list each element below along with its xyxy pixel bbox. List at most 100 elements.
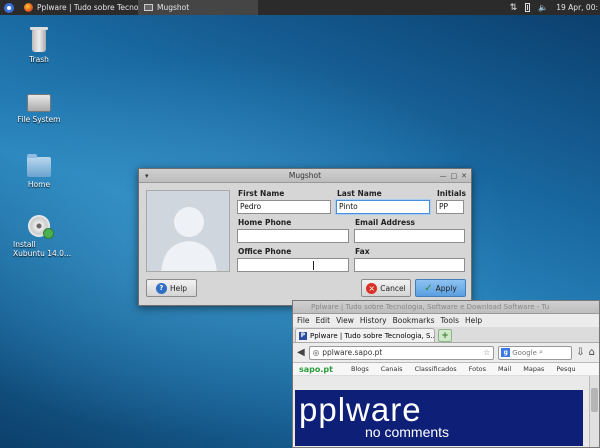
site-link-blogs[interactable]: Blogs xyxy=(351,365,369,373)
desktop-icon-file-system[interactable]: File System xyxy=(4,94,74,124)
site-link-mail[interactable]: Mail xyxy=(498,365,511,373)
office-phone-field[interactable] xyxy=(237,258,349,272)
search-bar[interactable]: g Google ⌕ xyxy=(498,345,573,360)
system-tray: ⇅ 🔈 19 Apr, 00: xyxy=(510,3,600,13)
trash-icon xyxy=(30,27,48,52)
first-name-field[interactable]: Pedro xyxy=(237,200,331,214)
menu-tools[interactable]: Tools xyxy=(441,316,459,325)
minimize-icon[interactable]: — xyxy=(440,169,447,183)
menu-file[interactable]: File xyxy=(297,316,310,325)
window-controls: — □ ✕ xyxy=(440,169,468,183)
last-name-label: Last Name xyxy=(337,189,382,198)
email-field[interactable] xyxy=(354,229,465,243)
avatar-picker[interactable] xyxy=(146,190,230,272)
apply-button[interactable]: ✓ Apply xyxy=(415,279,466,297)
home-icon[interactable]: ⌂ xyxy=(589,347,595,358)
checkmark-icon: ✓ xyxy=(424,282,433,294)
new-tab-button[interactable]: + xyxy=(438,329,452,342)
site-link-pesquisa[interactable]: Pesqu xyxy=(556,365,575,373)
task-label: Pplware | Tudo sobre Tecnolog... xyxy=(37,3,138,12)
download-icon[interactable]: ⇩ xyxy=(576,347,584,358)
bookmark-star-icon[interactable]: ☆ xyxy=(483,348,490,357)
home-phone-label: Home Phone xyxy=(238,218,292,227)
site-link-classificados[interactable]: Classificados xyxy=(415,365,457,373)
menu-view[interactable]: View xyxy=(336,316,354,325)
office-phone-label: Office Phone xyxy=(238,247,292,256)
last-name-field[interactable]: Pinto xyxy=(336,200,430,214)
url-bar[interactable]: ◎ pplware.sapo.pt ☆ xyxy=(308,345,495,360)
pplware-favicon-icon: P xyxy=(299,331,307,340)
site-link-mapas[interactable]: Mapas xyxy=(523,365,544,373)
help-button[interactable]: ? Help xyxy=(146,279,197,297)
applications-menu-button[interactable] xyxy=(0,0,18,15)
site-link-fotos[interactable]: Fotos xyxy=(469,365,486,373)
dialog-titlebar[interactable]: ▾ Mugshot — □ ✕ xyxy=(139,169,471,183)
apply-button-label: Apply xyxy=(435,283,457,293)
install-cd-icon xyxy=(28,215,54,239)
volume-icon[interactable]: 🔈 xyxy=(538,3,548,12)
network-icon[interactable]: ⇅ xyxy=(510,3,518,13)
desktop-icon-home[interactable]: Home xyxy=(4,154,74,189)
window-menu-icon[interactable]: ▾ xyxy=(145,169,149,183)
browser-title: Pplware | Tudo sobre Tecnologia, Softwar… xyxy=(311,303,550,311)
site-link-canais[interactable]: Canais xyxy=(381,365,403,373)
globe-icon: ◎ xyxy=(312,348,320,357)
pplware-banner[interactable]: pplware no comments xyxy=(295,390,583,446)
task-mugshot[interactable]: Mugshot xyxy=(138,0,258,15)
fax-field[interactable] xyxy=(354,258,465,272)
tab-strip: P Pplware | Tudo sobre Tecnologia, S... … xyxy=(293,327,599,343)
cancel-icon: × xyxy=(366,282,378,294)
desktop-icon-trash[interactable]: Trash xyxy=(4,27,74,64)
text-cursor-icon xyxy=(313,261,314,270)
home-phone-field[interactable] xyxy=(237,229,349,243)
default-avatar-icon xyxy=(161,207,217,271)
mugshot-dialog: ▾ Mugshot — □ ✕ First Name Pedro Last Na… xyxy=(138,168,472,306)
search-placeholder: Google xyxy=(512,348,537,357)
cancel-button[interactable]: × Cancel xyxy=(361,279,411,297)
desktop-icon-install[interactable]: Install Xubuntu 14.0... xyxy=(4,215,74,258)
google-icon: g xyxy=(501,348,511,357)
navigation-toolbar: ◀ ◎ pplware.sapo.pt ☆ g Google ⌕ ⇩ ⌂ xyxy=(293,343,599,363)
battery-icon[interactable] xyxy=(525,3,531,12)
tab-pplware[interactable]: P Pplware | Tudo sobre Tecnologia, S... … xyxy=(295,328,435,342)
browser-menubar: File Edit View History Bookmarks Tools H… xyxy=(293,314,599,327)
sapo-logo[interactable]: sapo.pt xyxy=(299,365,333,374)
help-button-label: Help xyxy=(169,283,188,293)
initials-label: Initials xyxy=(437,189,466,198)
first-name-label: First Name xyxy=(238,189,285,198)
clock[interactable]: 19 Apr, 00: xyxy=(556,3,598,12)
desktop-icon-label: File System xyxy=(17,115,61,124)
help-icon: ? xyxy=(155,282,167,294)
sapo-navbar: sapo.pt Blogs Canais Classificados Fotos… xyxy=(293,363,599,376)
dialog-title: Mugshot xyxy=(288,171,322,180)
menu-bookmarks[interactable]: Bookmarks xyxy=(393,316,435,325)
fax-label: Fax xyxy=(355,247,370,256)
browser-titlebar[interactable]: Pplware | Tudo sobre Tecnologia, Softwar… xyxy=(293,301,599,314)
menu-history[interactable]: History xyxy=(360,316,387,325)
close-icon[interactable]: ✕ xyxy=(461,169,467,183)
maximize-icon[interactable]: □ xyxy=(451,169,458,183)
task-label: Mugshot xyxy=(157,3,190,12)
xubuntu-logo-icon xyxy=(4,2,14,13)
scroll-thumb[interactable] xyxy=(591,388,598,412)
page-scrollbar[interactable] xyxy=(589,376,599,447)
top-panel: Pplware | Tudo sobre Tecnolog... Mugshot… xyxy=(0,0,600,15)
task-firefox[interactable]: Pplware | Tudo sobre Tecnolog... xyxy=(18,0,138,15)
back-arrow-icon[interactable]: ◀ xyxy=(297,347,305,358)
folder-icon xyxy=(27,154,51,177)
url-text: pplware.sapo.pt xyxy=(322,348,383,357)
tab-label: Pplware | Tudo sobre Tecnologia, S... xyxy=(310,331,435,340)
menu-help[interactable]: Help xyxy=(465,316,482,325)
window-icon xyxy=(144,4,153,11)
initials-field[interactable]: PP xyxy=(436,200,464,214)
menu-edit[interactable]: Edit xyxy=(316,316,331,325)
tasklist: Pplware | Tudo sobre Tecnolog... Mugshot xyxy=(18,0,258,15)
desktop-icon-label: Install Xubuntu 14.0... xyxy=(13,240,72,258)
banner-subtitle: no comments xyxy=(365,424,450,440)
desktop-icon-label: Home xyxy=(27,180,51,189)
firefox-icon xyxy=(24,3,33,12)
desktop-icon-label: Trash xyxy=(29,55,49,64)
cancel-button-label: Cancel xyxy=(380,283,406,293)
search-icon[interactable]: ⌕ xyxy=(539,348,543,357)
browser-window: Pplware | Tudo sobre Tecnologia, Softwar… xyxy=(292,300,600,448)
